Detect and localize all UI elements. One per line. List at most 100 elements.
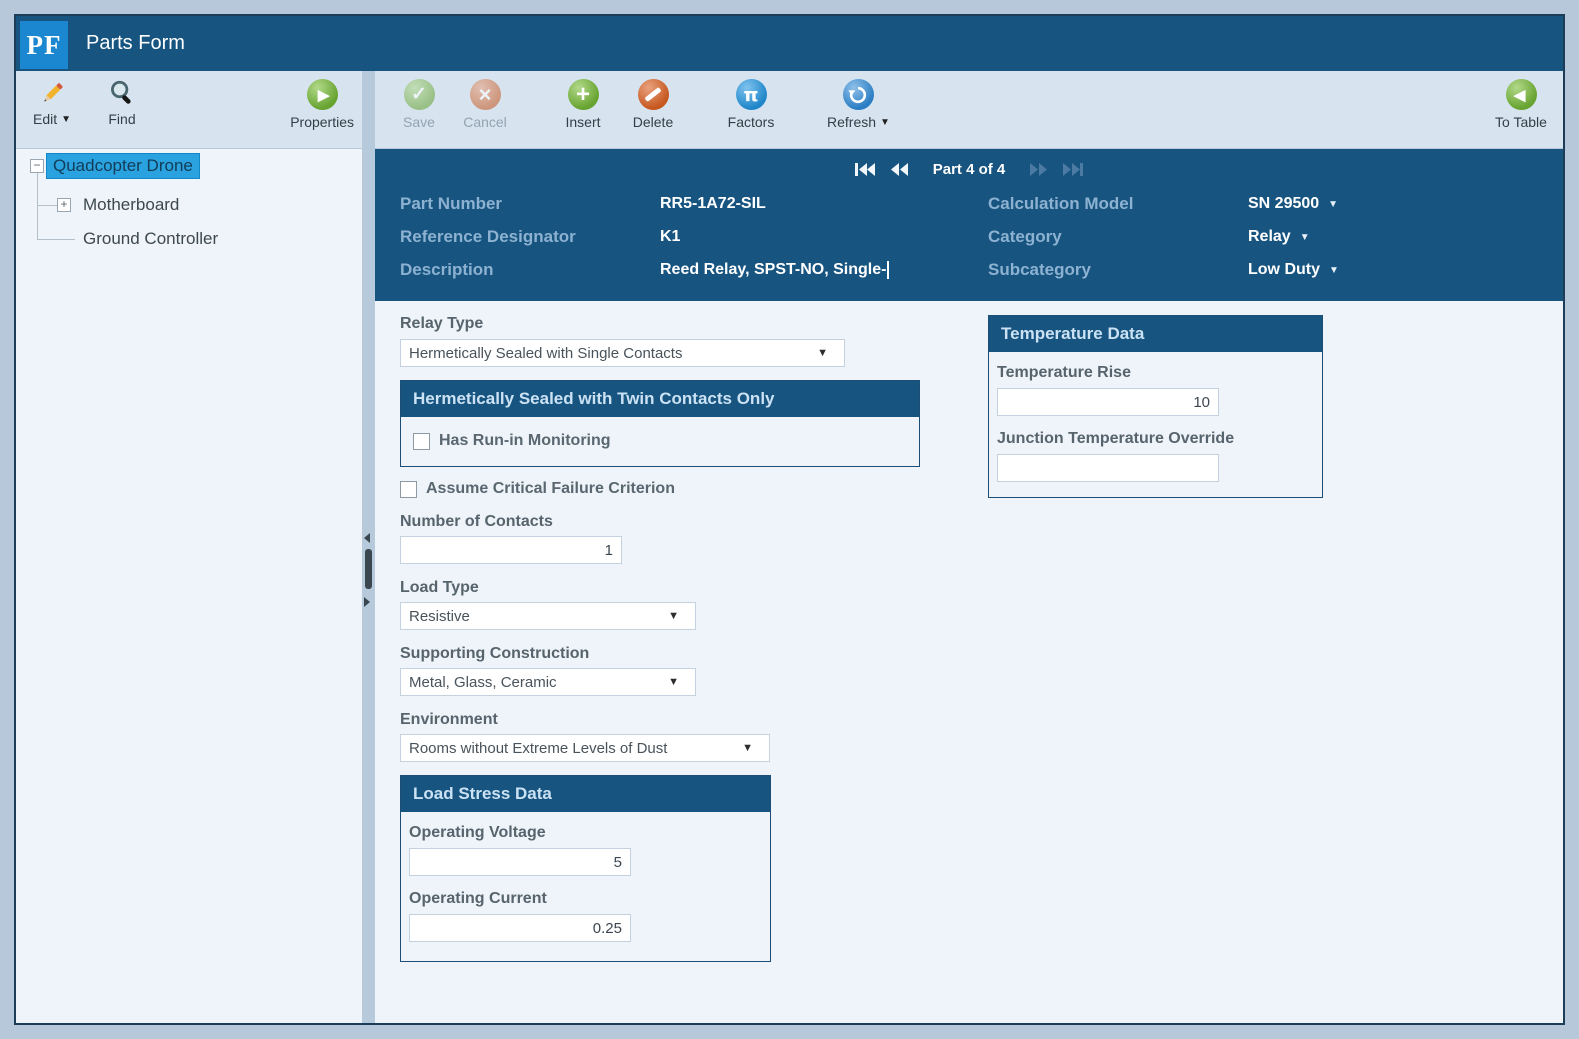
app-window: PF Parts Form Edit ▼ Find ▶ Properties −…	[14, 14, 1565, 1025]
tree-connector-line	[37, 205, 57, 206]
properties-button[interactable]: ▶ Properties	[290, 79, 354, 130]
record-position-text: Part 4 of 4	[932, 160, 1006, 178]
description-value: Reed Relay, SPST-NO, Single-	[660, 261, 890, 279]
tree-panel: Edit ▼ Find ▶ Properties − Quadcopter Dr…	[16, 71, 362, 1023]
properties-label: Properties	[290, 114, 354, 130]
part-tree: − Quadcopter Drone + Motherboard Ground …	[16, 150, 362, 1023]
chevron-down-icon: ▼	[1328, 198, 1339, 210]
edit-button[interactable]: Edit ▼	[26, 79, 78, 127]
tree-connector-line	[37, 173, 38, 239]
chevron-down-icon: ▼	[880, 116, 890, 128]
text-cursor	[887, 261, 890, 279]
temperature-rise-label: Temperature Rise	[997, 364, 1131, 381]
tree-item-quadcopter-drone[interactable]: Quadcopter Drone	[46, 153, 200, 179]
load-type-label: Load Type	[400, 579, 479, 596]
load-stress-group-title: Load Stress Data	[401, 776, 770, 812]
panel-splitter[interactable]	[362, 71, 375, 1023]
to-table-button[interactable]: ◀ To Table	[1495, 79, 1547, 130]
reference-designator-label: Reference Designator	[400, 227, 576, 246]
description-label: Description	[400, 260, 494, 279]
record-header: Part 4 of 4 Part Number RR5-1A72-SIL Ref…	[375, 149, 1563, 301]
checkbox-box	[413, 432, 430, 450]
edit-label: Edit	[32, 111, 58, 127]
tree-item-ground-controller[interactable]: Ground Controller	[77, 227, 224, 251]
save-check-icon: ✓	[403, 79, 435, 110]
supporting-construction-dropdown[interactable]: Metal, Glass, Ceramic	[400, 668, 696, 696]
has-run-in-monitoring-checkbox[interactable]: Has Run-in Monitoring	[413, 432, 907, 450]
insert-label: Insert	[565, 114, 601, 130]
splitter-collapse-icon	[364, 533, 370, 543]
last-record-button[interactable]	[1062, 162, 1084, 177]
subcategory-label: Subcategory	[988, 260, 1091, 279]
operating-voltage-input[interactable]	[409, 848, 631, 876]
find-button[interactable]: Find	[96, 79, 148, 127]
insert-plus-icon: +	[567, 79, 599, 110]
relay-type-label: Relay Type	[400, 315, 484, 332]
assume-critical-failure-checkbox[interactable]: Assume Critical Failure Criterion	[400, 480, 675, 498]
subcategory-dropdown[interactable]: Low Duty ▼	[1248, 261, 1339, 279]
factors-label: Factors	[727, 114, 775, 130]
title-bar: PF Parts Form	[16, 16, 1563, 71]
part-number-label: Part Number	[400, 194, 503, 213]
splitter-grip	[365, 549, 372, 589]
tree-toolbar: Edit ▼ Find ▶ Properties	[16, 71, 362, 149]
properties-play-icon: ▶	[306, 79, 338, 110]
calculation-model-dropdown[interactable]: SN 29500 ▼	[1248, 195, 1338, 213]
environment-label: Environment	[400, 711, 498, 728]
app-title: Parts Form	[86, 32, 185, 54]
refresh-icon	[842, 79, 874, 110]
number-of-contacts-input[interactable]	[400, 536, 622, 564]
tree-expand-toggle[interactable]: +	[57, 198, 71, 212]
junction-temperature-override-input[interactable]	[997, 454, 1219, 482]
cancel-label: Cancel	[463, 114, 507, 130]
chevron-down-icon: ▼	[1299, 231, 1310, 243]
find-label: Find	[108, 111, 136, 127]
junction-temperature-override-label: Junction Temperature Override	[997, 430, 1235, 447]
first-record-button[interactable]	[854, 162, 876, 177]
environment-dropdown[interactable]: Rooms without Extreme Levels of Dust	[400, 734, 770, 762]
save-button[interactable]: ✓ Save	[393, 79, 445, 130]
form-body: Relay Type Hermetically Sealed with Sing…	[375, 301, 1563, 1023]
delete-button[interactable]: Delete	[627, 79, 679, 130]
previous-record-button[interactable]	[890, 162, 909, 177]
form-toolbar: ✓ Save × Cancel + Insert Delete π Factor…	[375, 71, 1563, 149]
relay-type-dropdown[interactable]: Hermetically Sealed with Single Contacts	[400, 339, 845, 367]
temperature-data-groupbox: Temperature Data Temperature Rise Juncti…	[988, 315, 1323, 498]
reference-designator-value: K1	[660, 228, 681, 245]
load-type-dropdown[interactable]: Resistive	[400, 602, 696, 630]
load-stress-groupbox: Load Stress Data Operating Voltage Opera…	[400, 775, 771, 962]
pencil-icon	[38, 79, 66, 107]
category-label: Category	[988, 227, 1062, 246]
delete-label: Delete	[632, 114, 674, 130]
delete-slash-icon	[637, 79, 669, 110]
operating-current-input[interactable]	[409, 914, 631, 942]
number-of-contacts-label: Number of Contacts	[400, 513, 553, 530]
app-logo: PF	[20, 21, 68, 69]
next-record-button[interactable]	[1029, 162, 1048, 177]
cancel-button[interactable]: × Cancel	[459, 79, 511, 130]
tree-item-motherboard[interactable]: Motherboard	[77, 193, 185, 217]
refresh-button[interactable]: Refresh ▼	[827, 79, 890, 130]
temperature-data-group-title: Temperature Data	[989, 316, 1322, 352]
insert-button[interactable]: + Insert	[557, 79, 609, 130]
operating-voltage-label: Operating Voltage	[409, 824, 546, 841]
back-arrow-icon: ◀	[1505, 79, 1537, 110]
part-number-value: RR5-1A72-SIL	[660, 195, 766, 212]
category-dropdown[interactable]: Relay ▼	[1248, 228, 1310, 246]
supporting-construction-label: Supporting Construction	[400, 645, 590, 662]
to-table-label: To Table	[1495, 114, 1547, 130]
form-panel: ✓ Save × Cancel + Insert Delete π Factor…	[375, 71, 1563, 1023]
temperature-rise-input[interactable]	[997, 388, 1219, 416]
cancel-x-icon: ×	[469, 79, 501, 110]
tree-connector-line	[37, 239, 75, 240]
factors-button[interactable]: π Factors	[725, 79, 777, 130]
operating-current-label: Operating Current	[409, 890, 547, 907]
refresh-label: Refresh	[827, 114, 877, 130]
checkbox-box	[400, 480, 417, 498]
tree-collapse-toggle[interactable]: −	[30, 159, 44, 173]
chevron-down-icon: ▼	[61, 113, 72, 125]
search-icon	[108, 79, 136, 107]
record-navigator: Part 4 of 4	[375, 157, 1563, 181]
chevron-down-icon: ▼	[1329, 264, 1339, 276]
calculation-model-label: Calculation Model	[988, 194, 1134, 213]
